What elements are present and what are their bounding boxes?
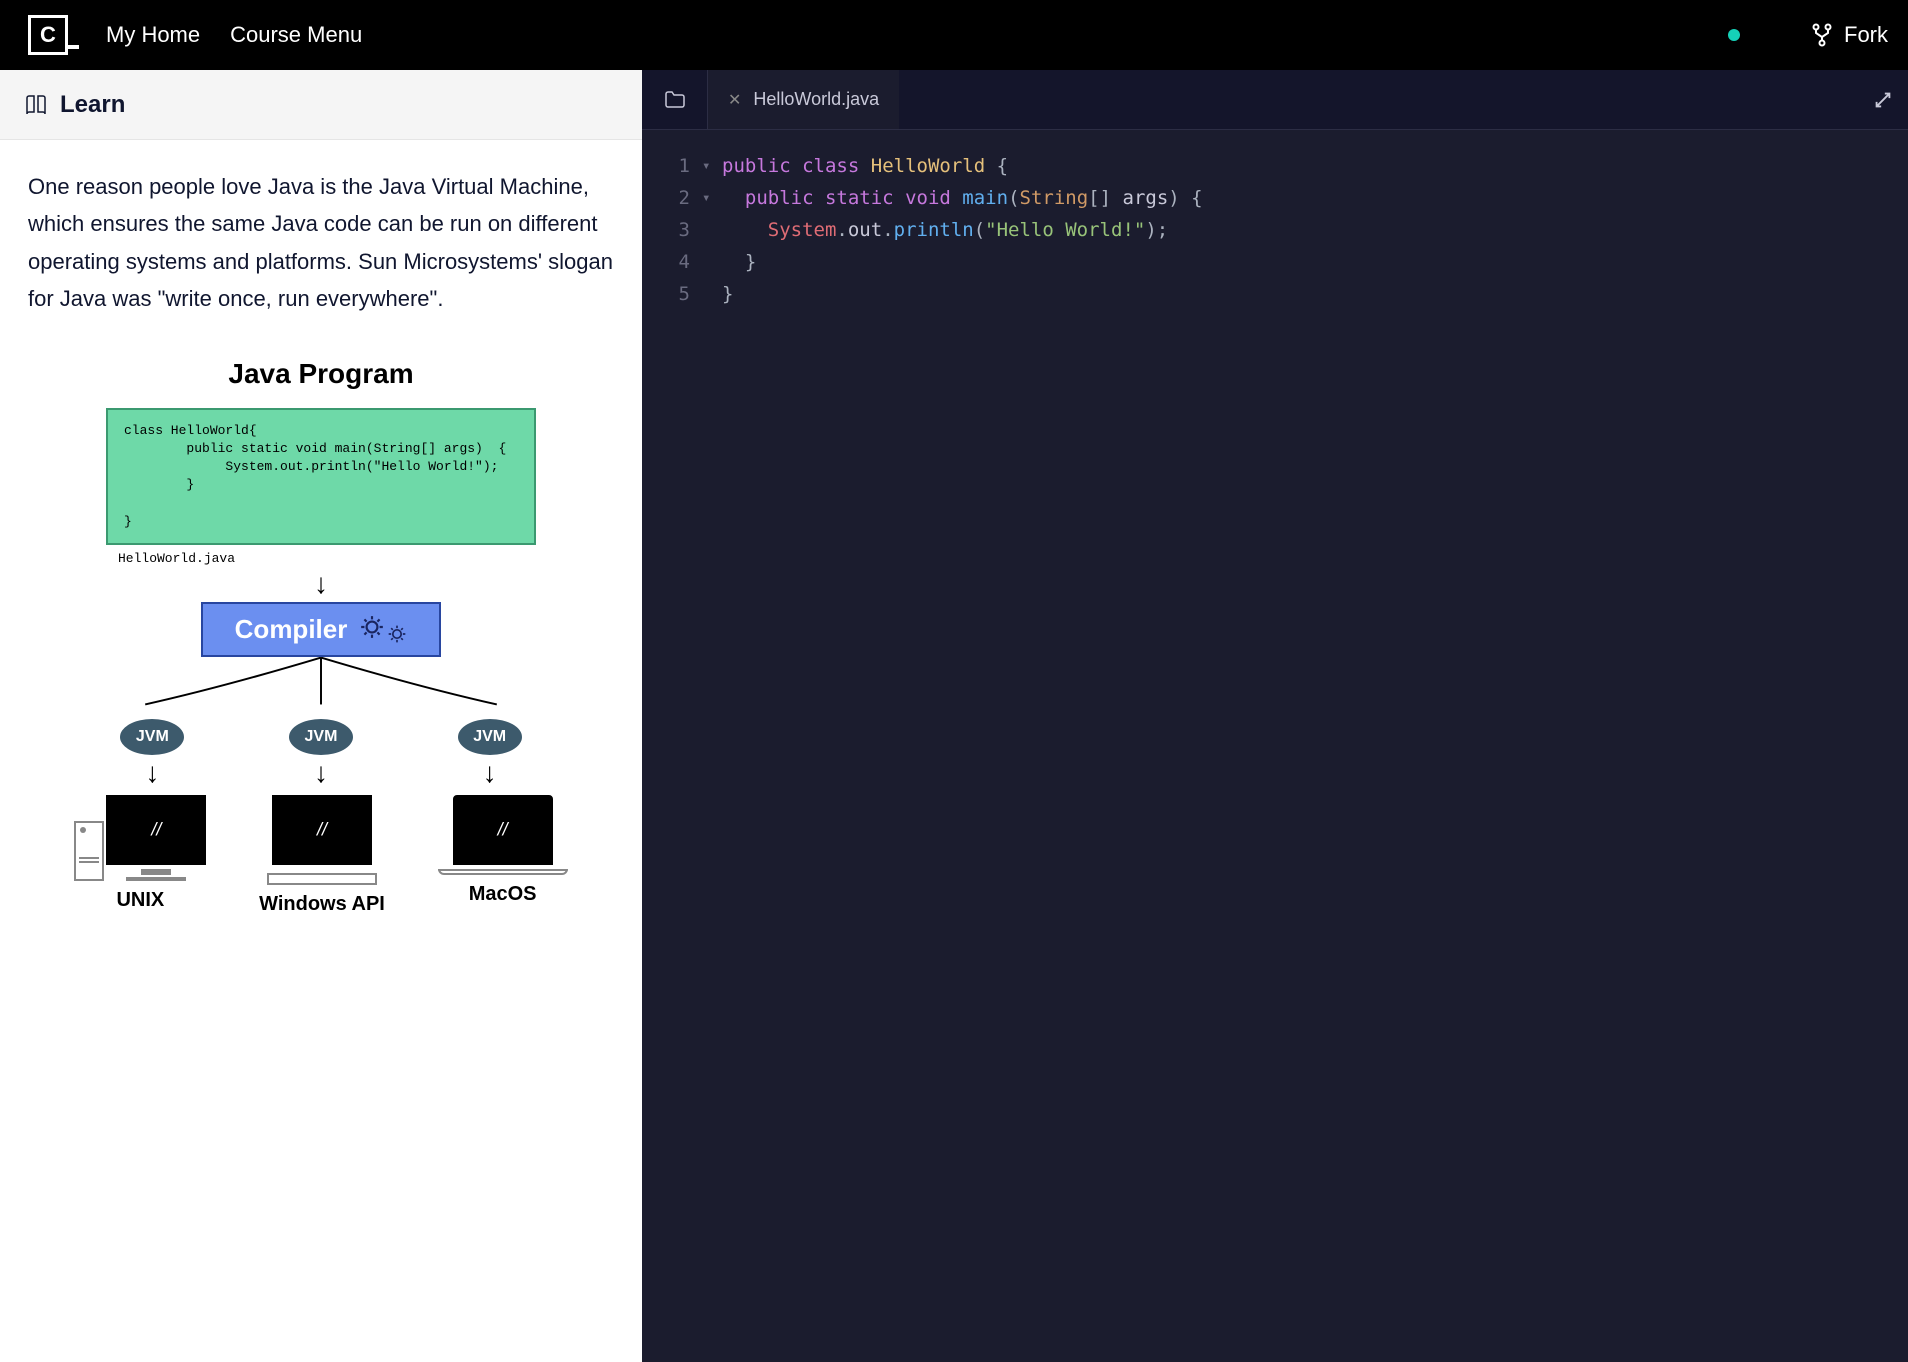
platform-macos: MacOS bbox=[438, 795, 568, 916]
file-tab[interactable]: ✕ HelloWorld.java bbox=[708, 70, 899, 129]
compiler-box: Compiler bbox=[201, 602, 441, 657]
fold-column[interactable]: ▾ ▾ bbox=[702, 150, 722, 310]
platform-label: UNIX bbox=[116, 889, 164, 912]
nav-course-menu[interactable]: Course Menu bbox=[230, 22, 362, 48]
monitor-icon bbox=[453, 795, 553, 865]
lesson-paragraph: One reason people love Java is the Java … bbox=[28, 168, 614, 318]
learn-title: Learn bbox=[60, 91, 125, 119]
file-tab-name: HelloWorld.java bbox=[753, 89, 879, 110]
monitor-icon bbox=[106, 795, 206, 865]
gear-icon bbox=[359, 614, 385, 640]
line-gutter: 1 2 3 4 5 bbox=[642, 150, 702, 310]
jvm-node: JVM bbox=[120, 719, 184, 755]
editor-body[interactable]: 1 2 3 4 5 ▾ ▾ public class HelloWorld { … bbox=[642, 130, 1908, 330]
platform-label: MacOS bbox=[469, 883, 537, 906]
platform-windows: Windows API bbox=[259, 795, 385, 916]
diagram-code-box: class HelloWorld{ public static void mai… bbox=[106, 408, 536, 545]
connection-status-icon bbox=[1728, 29, 1740, 41]
fork-icon bbox=[1810, 23, 1834, 47]
platform-label: Windows API bbox=[259, 893, 385, 916]
fork-label: Fork bbox=[1844, 22, 1888, 48]
jvm-diagram: Java Program class HelloWorld{ public st… bbox=[28, 358, 614, 918]
learn-header: Learn bbox=[0, 70, 642, 140]
diagram-title: Java Program bbox=[28, 358, 614, 390]
arrow-down-icon: ↓ bbox=[28, 570, 614, 598]
platform-unix: UNIX bbox=[74, 795, 206, 916]
jvm-node: JVM bbox=[289, 719, 353, 755]
editor-tab-bar: ✕ HelloWorld.java bbox=[642, 70, 1908, 130]
book-icon bbox=[24, 93, 48, 117]
folder-icon bbox=[663, 88, 687, 112]
fork-button[interactable]: Fork bbox=[1810, 22, 1888, 48]
logo-letter: C bbox=[40, 22, 56, 48]
code-editor-pane: ✕ HelloWorld.java 1 2 3 4 5 ▾ ▾ bbox=[642, 70, 1908, 1362]
diagram-code-caption: HelloWorld.java bbox=[118, 551, 614, 566]
top-nav-bar: C My Home Course Menu Fork bbox=[0, 0, 1908, 70]
arrow-down-icon: ↓ bbox=[145, 759, 159, 787]
arrow-down-icon: ↓ bbox=[483, 759, 497, 787]
code-area[interactable]: public class HelloWorld { public static … bbox=[722, 150, 1908, 310]
gear-icon bbox=[387, 624, 407, 644]
close-tab-icon[interactable]: ✕ bbox=[728, 90, 741, 110]
monitor-icon bbox=[272, 795, 372, 865]
brand-logo[interactable]: C bbox=[20, 15, 76, 55]
compiler-label: Compiler bbox=[235, 614, 348, 645]
nav-my-home[interactable]: My Home bbox=[106, 22, 200, 48]
expand-icon bbox=[1872, 89, 1894, 111]
file-explorer-button[interactable] bbox=[642, 70, 708, 129]
lesson-pane: Learn One reason people love Java is the… bbox=[0, 70, 642, 1362]
expand-editor-button[interactable] bbox=[1858, 70, 1908, 129]
arrow-down-icon: ↓ bbox=[314, 759, 328, 787]
branch-lines bbox=[28, 657, 614, 707]
jvm-node: JVM bbox=[458, 719, 522, 755]
